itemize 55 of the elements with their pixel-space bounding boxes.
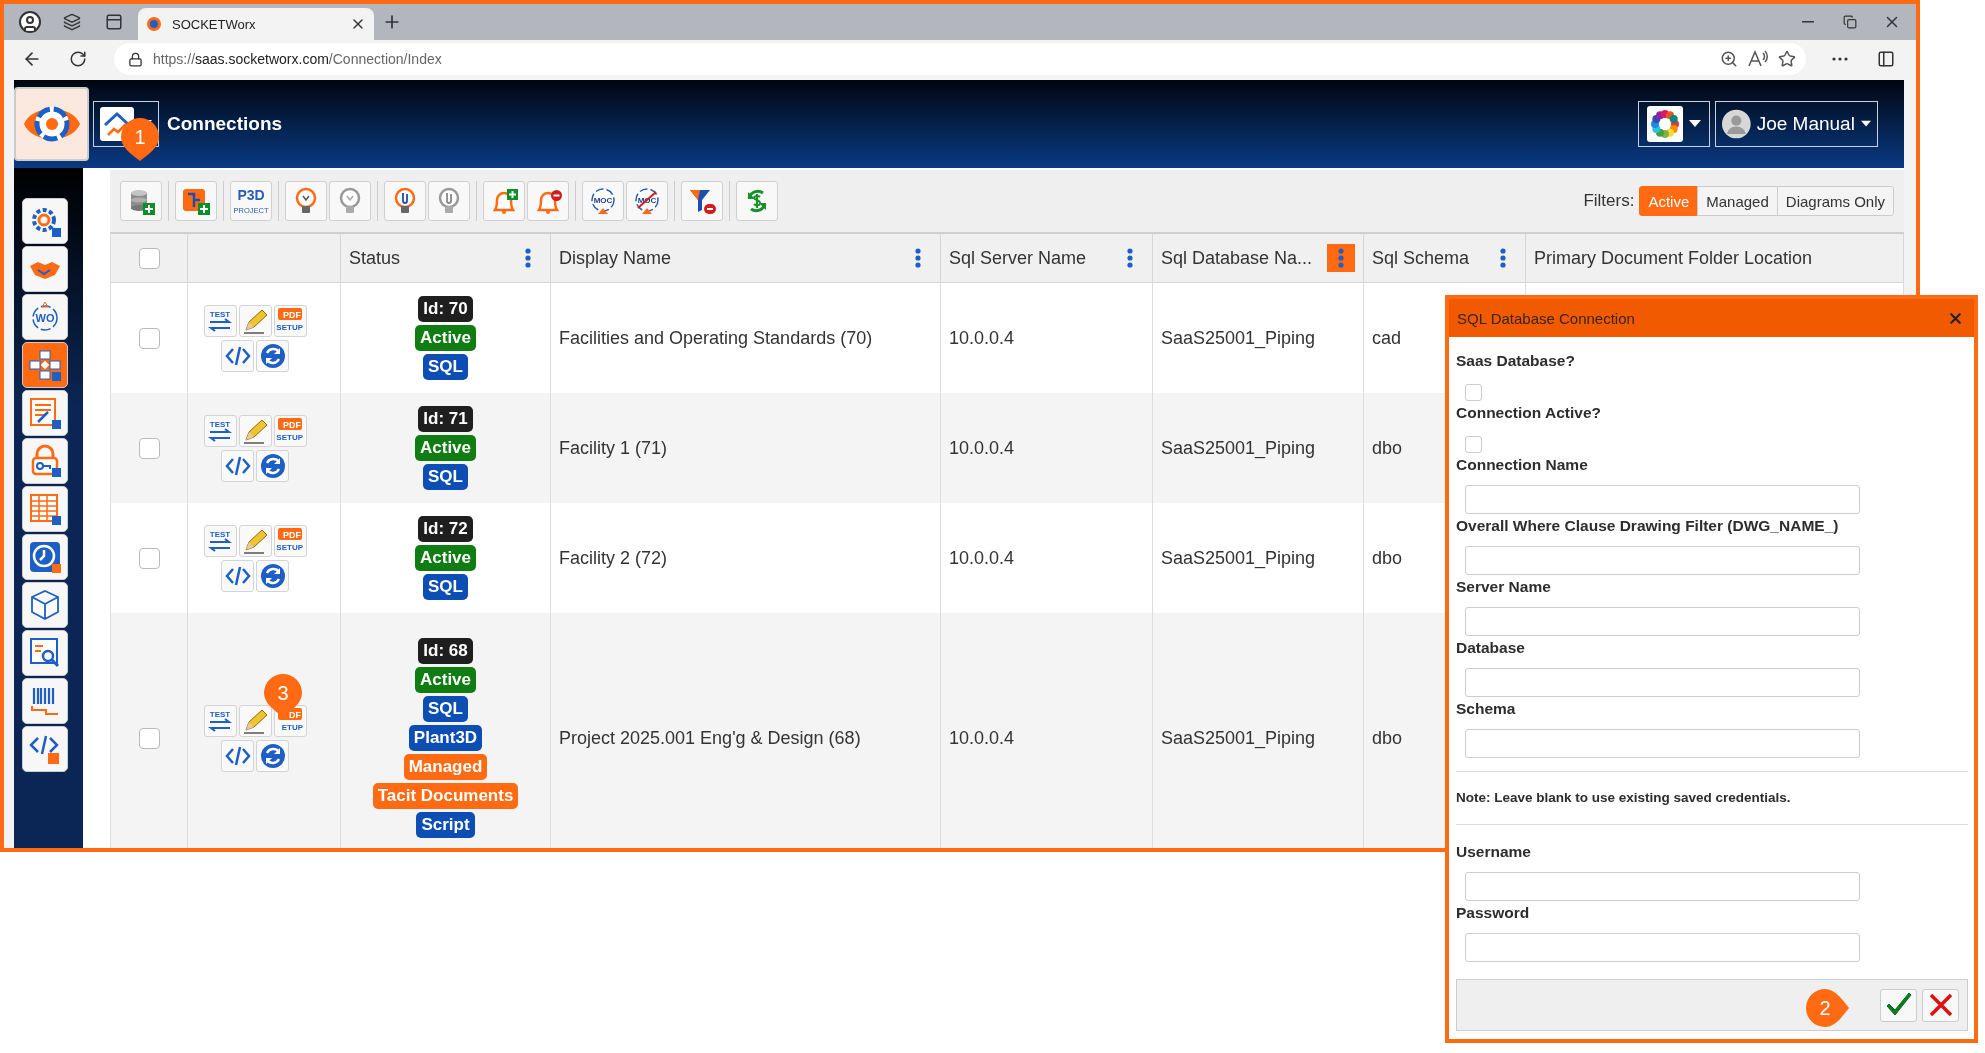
status-badge: Tacit Documents xyxy=(372,783,519,809)
table-cell: SaaS25001_Piping xyxy=(1161,327,1316,349)
table-cell: Facility 1 (71) xyxy=(559,437,668,459)
dialog-title: SQL Database Connection xyxy=(1457,309,1635,327)
column-header: Status xyxy=(349,247,402,269)
status-badge: Active xyxy=(415,545,476,571)
table-cell: dbo xyxy=(1372,727,1403,749)
column-header: Display Name xyxy=(559,247,673,269)
table-cell: SaaS25001_Piping xyxy=(1161,437,1316,459)
status-badge: Plant3D xyxy=(408,725,483,751)
field-label: Saas Database? xyxy=(1456,351,1576,371)
status-badge: Active xyxy=(415,325,476,351)
field-label: Schema xyxy=(1456,699,1517,719)
column-header: Sql Server Name xyxy=(949,247,1088,269)
field-label: Connection Active? xyxy=(1456,403,1602,423)
status-badge: Managed xyxy=(403,754,488,780)
field-label: Server Name xyxy=(1456,577,1552,597)
column-header: Primary Document Folder Location xyxy=(1534,247,1814,269)
status-badge: Id: 72 xyxy=(418,516,473,542)
table-cell: SaaS25001_Piping xyxy=(1161,727,1316,749)
status-badge: Active xyxy=(415,667,476,693)
status-badge: Script xyxy=(416,812,475,838)
field-label: Connection Name xyxy=(1456,455,1589,475)
status-badge: SQL xyxy=(423,464,468,490)
table-cell: dbo xyxy=(1372,437,1403,459)
column-header: Sql Schema xyxy=(1372,247,1471,269)
table-cell: Facility 2 (72) xyxy=(559,547,668,569)
tab-title: SOCKETWorx xyxy=(172,16,257,32)
table-cell: 10.0.0.4 xyxy=(949,727,1015,749)
status-badge: Id: 70 xyxy=(418,296,473,322)
note-text: Note: Leave blank to use existing saved credentials. xyxy=(1456,789,1792,807)
table-cell: 10.0.0.4 xyxy=(949,327,1015,349)
field-label: Database xyxy=(1456,638,1526,658)
callout-tooltip: 1 xyxy=(121,118,159,161)
callout-tooltip: 2 xyxy=(1806,989,1849,1027)
status-badge: Active xyxy=(415,435,476,461)
page-title: Connections xyxy=(167,113,283,135)
table-cell: dbo xyxy=(1372,547,1403,569)
table-cell: Project 2025.001 Eng'g & Design (68) xyxy=(559,727,861,749)
status-badge: Id: 71 xyxy=(418,406,473,432)
status-badge: Id: 68 xyxy=(418,638,473,664)
table-cell: 10.0.0.4 xyxy=(949,547,1015,569)
status-badge: SQL xyxy=(423,696,468,722)
status-badge: SQL xyxy=(423,354,468,380)
field-label: Overall Where Clause Drawing Filter (DWG_NAME_) xyxy=(1456,516,1840,536)
url-text: https://saas.socketworx.com/Connection/Index xyxy=(153,51,443,67)
field-label: Username xyxy=(1456,842,1532,862)
status-badge: SQL xyxy=(423,574,468,600)
table-cell: Facilities and Operating Standards (70) xyxy=(559,327,873,349)
column-header: Sql Database Na... xyxy=(1161,247,1314,269)
field-label: Password xyxy=(1456,903,1531,923)
table-cell: cad xyxy=(1372,327,1402,349)
filters-label: Filters: xyxy=(1583,191,1635,211)
table-cell: SaaS25001_Piping xyxy=(1161,547,1316,569)
table-cell: 10.0.0.4 xyxy=(949,437,1015,459)
